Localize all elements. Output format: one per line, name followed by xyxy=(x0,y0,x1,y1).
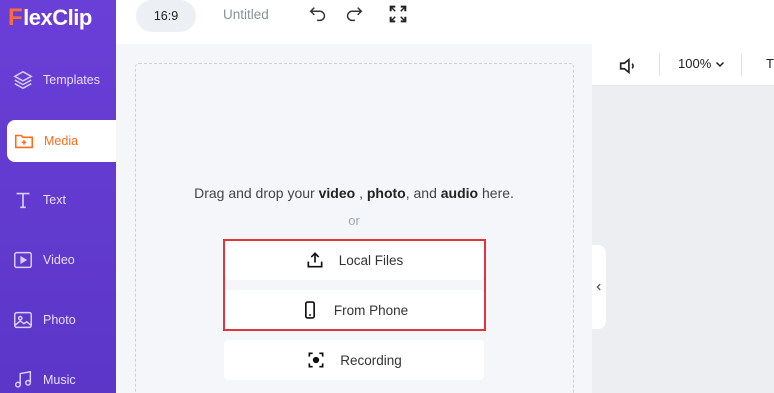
sidebar-item-label: Photo xyxy=(43,313,76,327)
flexclip-logo[interactable]: FlexClip xyxy=(8,4,92,32)
sidebar-item-label: Templates xyxy=(43,73,100,87)
text-tool-partial[interactable]: T xyxy=(766,56,774,71)
recording-button[interactable]: Recording xyxy=(224,340,484,380)
undo-icon[interactable] xyxy=(307,3,329,25)
sidebar-item-text[interactable]: Text xyxy=(0,179,116,221)
music-icon xyxy=(14,370,32,388)
redo-icon[interactable] xyxy=(343,3,365,25)
sidebar-item-music[interactable]: Music xyxy=(0,359,116,393)
fullscreen-icon[interactable] xyxy=(387,3,409,25)
toolbar-divider xyxy=(659,54,660,76)
collapse-panel-handle[interactable] xyxy=(592,245,606,329)
top-toolbar: 16:9 Untitled xyxy=(116,0,774,44)
sidebar-item-templates[interactable]: Templates xyxy=(0,59,116,101)
sidebar-item-label: Text xyxy=(43,193,66,207)
project-title[interactable]: Untitled xyxy=(223,7,269,22)
sidebar: FlexClip Templates Media Text Video Phot… xyxy=(0,0,116,393)
sidebar-item-photo[interactable]: Photo xyxy=(0,299,116,341)
sidebar-item-label: Media xyxy=(44,134,79,148)
text-icon xyxy=(16,192,30,209)
photo-icon xyxy=(14,311,32,329)
video-icon xyxy=(14,251,32,269)
sidebar-item-label: Video xyxy=(43,253,75,267)
preview-canvas xyxy=(592,86,774,393)
zoom-dropdown[interactable]: 100% xyxy=(678,56,726,71)
toolbar-divider xyxy=(741,54,742,76)
sidebar-item-label: Music xyxy=(43,373,76,387)
drag-drop-instructions: Drag and drop your video , photo, and au… xyxy=(194,185,514,201)
volume-icon[interactable] xyxy=(617,55,639,77)
chevron-left-icon xyxy=(596,283,601,291)
highlight-box xyxy=(223,239,486,331)
media-folder-icon xyxy=(14,134,34,149)
chevron-down-icon xyxy=(716,61,725,67)
or-separator: or xyxy=(348,213,360,228)
aspect-ratio-button[interactable]: 16:9 xyxy=(136,0,196,32)
layers-icon xyxy=(13,70,33,90)
sidebar-item-media[interactable]: Media xyxy=(7,120,116,162)
media-upload-panel: Drag and drop your video , photo, and au… xyxy=(116,44,592,393)
sidebar-item-video[interactable]: Video xyxy=(0,239,116,281)
record-icon xyxy=(308,352,324,368)
